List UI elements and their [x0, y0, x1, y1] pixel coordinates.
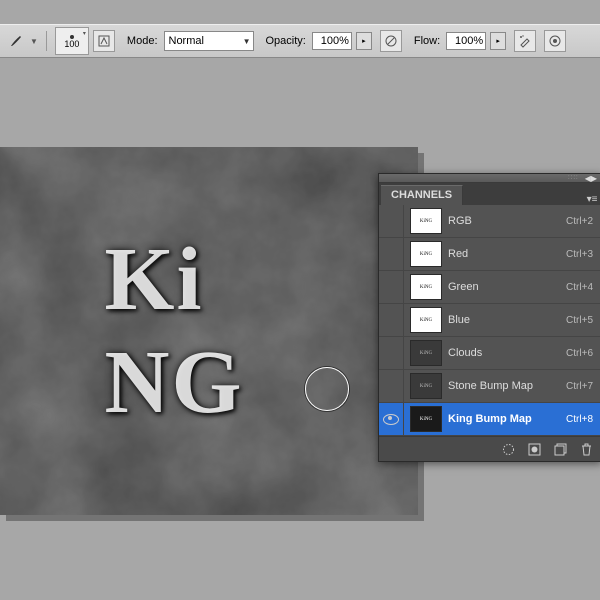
flow-flyout-icon[interactable]: ▸ [490, 32, 506, 50]
channel-shortcut: Ctrl+7 [566, 381, 593, 392]
load-selection-icon[interactable] [501, 442, 515, 456]
opacity-flyout-icon[interactable]: ▸ [356, 32, 372, 50]
channel-row-blue[interactable]: KiNG BlueCtrl+5 [379, 304, 600, 337]
visibility-toggle[interactable] [379, 271, 404, 303]
blend-mode-value: Normal [169, 35, 204, 47]
new-channel-icon[interactable] [553, 442, 567, 456]
tablet-size-icon[interactable] [544, 30, 566, 52]
brush-preset-picker[interactable]: 100 ▾ [55, 27, 89, 55]
channel-row-rgb[interactable]: KiNG RGBCtrl+2 [379, 205, 600, 238]
channel-shortcut: Ctrl+4 [566, 282, 593, 293]
mode-label: Mode: [127, 35, 158, 47]
brush-size-value: 100 [64, 39, 79, 49]
visibility-toggle[interactable] [379, 337, 404, 369]
channel-thumbnail: KiNG [410, 373, 442, 399]
delete-channel-icon[interactable] [579, 442, 593, 456]
opacity-input[interactable]: 100% [312, 32, 352, 50]
visibility-toggle[interactable] [379, 304, 404, 336]
visibility-toggle[interactable] [379, 403, 404, 435]
brush-cursor-icon [305, 367, 349, 411]
channel-name: Clouds [448, 347, 566, 359]
opacity-label: Opacity: [266, 35, 306, 47]
visibility-toggle[interactable] [379, 370, 404, 402]
channel-thumbnail: KiNG [410, 241, 442, 267]
channel-list: KiNGRGBCtrl+2KiNGRedCtrl+3KiNGGreenCtrl+… [379, 205, 600, 436]
channel-shortcut: Ctrl+6 [566, 348, 593, 359]
eye-icon [383, 414, 399, 425]
panel-footer [379, 436, 600, 461]
channel-row-stone-bump-map[interactable]: KiNG Stone Bump MapCtrl+7 [379, 370, 600, 403]
channels-panel: ::::◀▶ CHANNELS ▾≡ KiNGRGBCtrl+2KiNGRedC… [378, 173, 600, 462]
airbrush-icon[interactable] [514, 30, 536, 52]
channel-thumbnail: KiNG [410, 307, 442, 333]
channel-thumbnail: KiNG [410, 340, 442, 366]
visibility-toggle[interactable] [379, 238, 404, 270]
channel-thumbnail: KiNG [410, 274, 442, 300]
channel-thumbnail: KiNG [410, 406, 442, 432]
channel-shortcut: Ctrl+3 [566, 249, 593, 260]
channel-name: Blue [448, 314, 566, 326]
channel-name: King Bump Map [448, 413, 566, 425]
channel-shortcut: Ctrl+2 [566, 216, 593, 227]
channel-name: Green [448, 281, 566, 293]
brush-panel-toggle-icon[interactable] [93, 30, 115, 52]
channel-name: RGB [448, 215, 566, 227]
channel-row-red[interactable]: KiNG RedCtrl+3 [379, 238, 600, 271]
channels-tab[interactable]: CHANNELS [381, 185, 463, 205]
channel-name: Red [448, 248, 566, 260]
brush-tool-icon[interactable] [6, 31, 26, 51]
channel-shortcut: Ctrl+8 [566, 414, 593, 425]
flow-label: Flow: [414, 35, 440, 47]
flow-input[interactable]: 100% [446, 32, 486, 50]
blend-mode-dropdown[interactable]: Normal ▼ [164, 31, 254, 51]
dropdown-arrow-icon[interactable]: ▼ [30, 37, 38, 46]
channel-row-green[interactable]: KiNG GreenCtrl+4 [379, 271, 600, 304]
channel-thumbnail: KiNG [410, 208, 442, 234]
panel-grip[interactable]: ::::◀▶ [379, 174, 600, 183]
tablet-opacity-icon[interactable] [380, 30, 402, 52]
options-bar: ▼ 100 ▾ Mode: Normal ▼ Opacity: 100% ▸ F… [0, 24, 600, 58]
channel-name: Stone Bump Map [448, 380, 566, 392]
channel-row-clouds[interactable]: KiNG CloudsCtrl+6 [379, 337, 600, 370]
document-canvas[interactable]: KiNG [0, 147, 418, 515]
panel-menu-icon[interactable]: ▾≡ [583, 194, 600, 205]
save-selection-icon[interactable] [527, 442, 541, 456]
channel-shortcut: Ctrl+5 [566, 315, 593, 326]
visibility-toggle[interactable] [379, 205, 404, 237]
channel-row-king-bump-map[interactable]: KiNG King Bump MapCtrl+8 [379, 403, 600, 436]
